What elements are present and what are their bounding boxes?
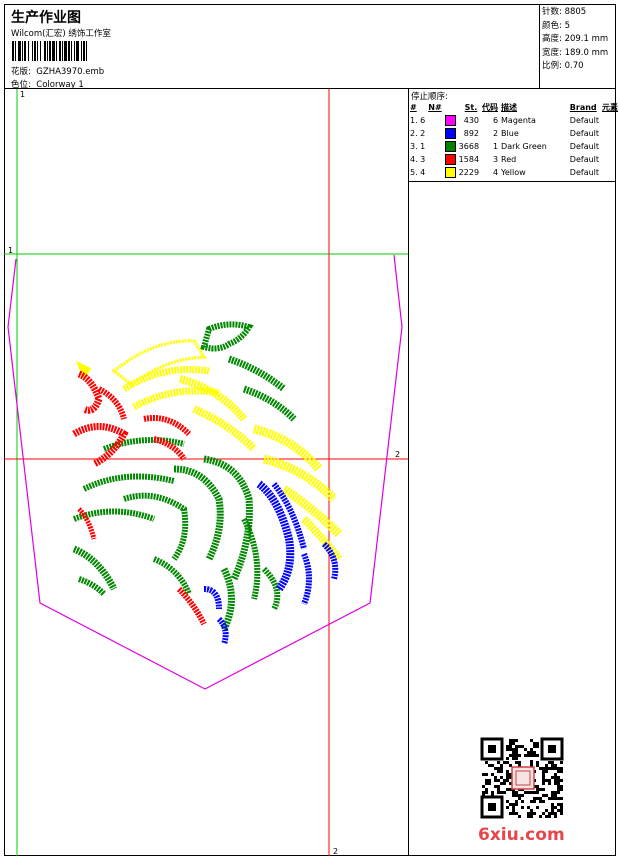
- guide-label-h2: 2: [395, 450, 400, 459]
- design-label: 花版:: [11, 67, 31, 77]
- table-row: 3. 1 3668 1 Dark Green Default: [410, 141, 600, 152]
- col-brand: Brand: [569, 103, 597, 112]
- table-header-row: # N# St. 代码 描述 Brand 元素: [410, 101, 620, 114]
- col-desc: 描述: [501, 103, 518, 112]
- design-file: GZHA3970.emb: [36, 67, 105, 77]
- design-stats: 针数: 8805 颜色: 5 高度: 209.1 mm 宽度: 189.0 mm…: [540, 4, 616, 89]
- col-swatch: [445, 101, 459, 114]
- stat-stitches: 针数: 8805: [542, 7, 587, 17]
- color-swatch: [444, 167, 456, 178]
- col-hash: #: [410, 103, 417, 112]
- table-row: 5. 4 2229 4 Yellow Default: [410, 167, 600, 178]
- header-panel: 生产作业图 Wilcom(汇宏) 绣饰工作室 花版: GZHA3970.emb …: [4, 4, 540, 90]
- watermark-logo: 6xiu.com: [478, 825, 565, 845]
- barcode: [12, 41, 87, 61]
- stop-sequence-table: # N# St. 代码 描述 Brand 元素 1. 6 430 6 Magen…: [410, 101, 620, 179]
- col-element: 元素: [602, 103, 619, 112]
- table-row: 4. 3 1584 3 Red Default: [410, 154, 600, 165]
- color-swatch: [444, 128, 456, 139]
- color-swatch: [444, 154, 456, 165]
- page-title: 生产作业图: [11, 10, 81, 26]
- guide-label-v2: 2: [333, 847, 338, 856]
- table-row: 1. 6 430 6 Magenta Default: [410, 115, 600, 126]
- stat-height: 高度: 209.1 mm: [542, 34, 609, 45]
- guide-label-h1: 1: [8, 246, 13, 255]
- stop-sequence-panel: 停止顺序: # N# St. 代码 描述 Brand 元素 1. 6 430 6…: [408, 89, 618, 182]
- color-swatch: [444, 141, 456, 152]
- design-canvas[interactable]: 1 1 2 2: [4, 89, 408, 856]
- zebra-embroidery: [72, 321, 343, 645]
- studio-subtitle: Wilcom(汇宏) 绣饰工作室: [11, 29, 111, 39]
- col-code: 代码: [482, 103, 499, 112]
- stat-colors: 颜色: 5: [542, 20, 570, 31]
- table-row: 2. 2 892 2 Blue Default: [410, 128, 600, 139]
- guide-label-v1: 1: [20, 90, 25, 99]
- logo-stamp: [511, 766, 535, 790]
- qr-code: [480, 737, 564, 819]
- col-n: N#: [428, 103, 442, 112]
- col-stitches: St.: [464, 103, 478, 112]
- pocket-outline: [7, 254, 403, 690]
- stat-width: 宽度: 189.0 mm: [542, 47, 609, 58]
- stat-scale: 比例: 0.70: [542, 61, 584, 72]
- color-swatch: [444, 115, 456, 126]
